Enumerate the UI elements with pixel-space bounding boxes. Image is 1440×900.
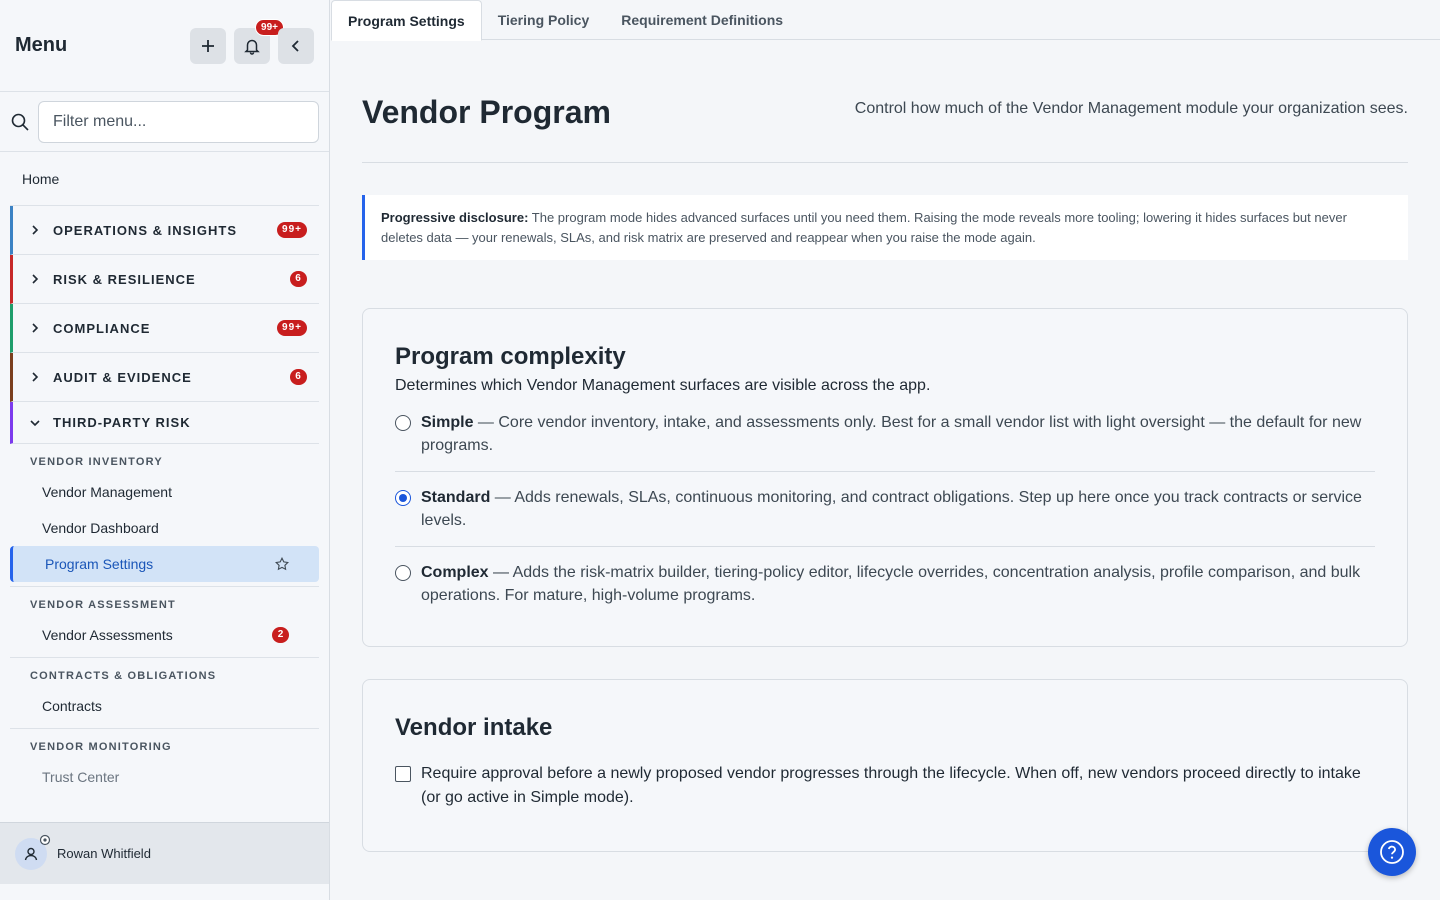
tab-program-settings[interactable]: Program Settings	[331, 0, 482, 41]
nav-vendor-management[interactable]: Vendor Management	[10, 474, 319, 510]
avatar	[15, 834, 51, 870]
group-contracts-obligations: CONTRACTS & OBLIGATIONS Contracts	[10, 658, 319, 729]
collapse-sidebar-button[interactable]	[278, 27, 314, 64]
user-icon	[24, 847, 38, 860]
filter-menu-input[interactable]	[38, 100, 319, 143]
chevron-right-icon	[32, 225, 39, 235]
content: Vendor Program Control how much of the V…	[331, 40, 1440, 852]
radio-complex[interactable]	[395, 565, 411, 581]
filter-bar	[0, 92, 329, 152]
nav-label: Vendor Assessments	[42, 627, 173, 643]
section-count-badge: 6	[290, 271, 307, 287]
group-heading: VENDOR ASSESSMENT	[30, 599, 176, 611]
chevron-down-icon	[30, 419, 40, 426]
page-header: Vendor Program Control how much of the V…	[362, 40, 1408, 163]
option-name: Standard	[421, 489, 491, 506]
card-title: Vendor intake	[395, 714, 553, 741]
nav-label: Program Settings	[45, 556, 154, 572]
sidebar-header: Menu 99+	[0, 0, 329, 92]
section-label: OPERATIONS & INSIGHTS	[53, 222, 237, 238]
add-button[interactable]	[190, 27, 226, 64]
option-text: — Adds the risk-matrix builder, tiering-…	[421, 564, 1361, 604]
chevron-right-icon	[32, 323, 39, 333]
section-count-badge: 99+	[277, 222, 307, 238]
callout-lead: Progressive disclosure:	[381, 210, 529, 225]
section-audit-evidence[interactable]: AUDIT & EVIDENCE 6	[10, 353, 319, 402]
vendor-intake-card: Vendor intake Require approval before a …	[362, 679, 1408, 852]
tab-bar: Program Settings Tiering Policy Requirem…	[331, 0, 1440, 41]
chevron-left-icon	[291, 39, 299, 52]
nav-trust-center[interactable]: Trust Center	[10, 759, 319, 795]
nav: Home OPERATIONS & INSIGHTS 99+ RISK & RE…	[0, 152, 329, 795]
nav-label: Contracts	[42, 698, 102, 714]
group-vendor-inventory: VENDOR INVENTORY Vendor Management Vendo…	[10, 444, 319, 587]
main-content: Program Settings Tiering Policy Requirem…	[331, 0, 1440, 900]
notifications-button[interactable]: 99+	[234, 18, 284, 64]
search-icon	[11, 113, 29, 131]
section-count-badge: 99+	[277, 320, 307, 336]
radio-simple[interactable]	[395, 415, 411, 431]
gear-icon	[39, 834, 51, 845]
program-complexity-card: Program complexity Determines which Vend…	[362, 308, 1408, 647]
nav-vendor-dashboard[interactable]: Vendor Dashboard	[10, 510, 319, 546]
group-heading: CONTRACTS & OBLIGATIONS	[30, 670, 217, 682]
section-label: THIRD-PARTY RISK	[53, 415, 191, 430]
page-subtitle: Control how much of the Vendor Managemen…	[854, 100, 1408, 117]
section-label: RISK & RESILIENCE	[53, 271, 196, 287]
nav-label: Vendor Dashboard	[42, 520, 159, 536]
chevron-right-icon	[32, 372, 39, 382]
tab-requirement-definitions[interactable]: Requirement Definitions	[605, 0, 799, 39]
option-text: — Core vendor inventory, intake, and ass…	[421, 414, 1362, 454]
section-compliance[interactable]: COMPLIANCE 99+	[10, 304, 319, 353]
section-count-badge: 6	[290, 369, 307, 385]
nav-home[interactable]: Home	[10, 152, 319, 206]
nav-label: Trust Center	[42, 769, 120, 785]
menu-title: Menu	[15, 34, 68, 56]
user-profile[interactable]: Rowan Whitfield	[0, 822, 329, 884]
star-icon[interactable]	[275, 557, 289, 571]
sidebar: Menu 99+ Home OPERATIONS & INSIGHTS 99+ …	[0, 0, 330, 900]
plus-icon	[202, 39, 214, 52]
section-third-party-risk[interactable]: THIRD-PARTY RISK	[10, 402, 319, 444]
section-operations-insights[interactable]: OPERATIONS & INSIGHTS 99+	[10, 206, 319, 255]
info-callout: Progressive disclosure: The program mode…	[362, 195, 1408, 260]
nav-program-settings[interactable]: Program Settings	[10, 546, 319, 582]
help-icon	[1380, 840, 1404, 864]
radio-standard[interactable]	[395, 490, 411, 506]
page-title: Vendor Program	[362, 94, 611, 130]
tab-tiering-policy[interactable]: Tiering Policy	[482, 0, 606, 39]
option-text: — Adds renewals, SLAs, continuous monito…	[421, 489, 1362, 529]
chevron-right-icon	[32, 274, 39, 284]
help-button[interactable]	[1368, 828, 1416, 876]
card-description: Determines which Vendor Management surfa…	[395, 377, 931, 394]
nav-contracts[interactable]: Contracts	[10, 688, 319, 724]
item-count-badge: 2	[272, 627, 289, 643]
section-label: AUDIT & EVIDENCE	[53, 369, 192, 385]
user-name: Rowan Whitfield	[57, 846, 151, 861]
section-risk-resilience[interactable]: RISK & RESILIENCE 6	[10, 255, 319, 304]
option-name: Complex	[421, 564, 489, 581]
card-title: Program complexity	[395, 343, 626, 370]
intake-approval-text: Require approval before a newly proposed…	[421, 765, 1361, 806]
group-heading: VENDOR MONITORING	[30, 741, 172, 753]
nav-label: Vendor Management	[42, 484, 172, 500]
group-vendor-monitoring: VENDOR MONITORING Trust Center	[10, 729, 319, 795]
option-simple[interactable]: Simple — Core vendor inventory, intake, …	[395, 407, 1375, 472]
intake-approval-option[interactable]: Require approval before a newly proposed…	[395, 762, 1375, 810]
option-name: Simple	[421, 414, 474, 431]
bell-icon	[244, 39, 260, 55]
option-standard[interactable]: Standard — Adds renewals, SLAs, continuo…	[395, 482, 1375, 547]
section-label: COMPLIANCE	[53, 320, 151, 336]
group-vendor-assessment: VENDOR ASSESSMENT Vendor Assessments 2	[10, 587, 319, 658]
nav-vendor-assessments[interactable]: Vendor Assessments 2	[10, 617, 319, 653]
group-heading: VENDOR INVENTORY	[30, 456, 163, 468]
option-complex[interactable]: Complex — Adds the risk-matrix builder, …	[395, 557, 1375, 621]
intake-approval-checkbox[interactable]	[395, 766, 411, 782]
